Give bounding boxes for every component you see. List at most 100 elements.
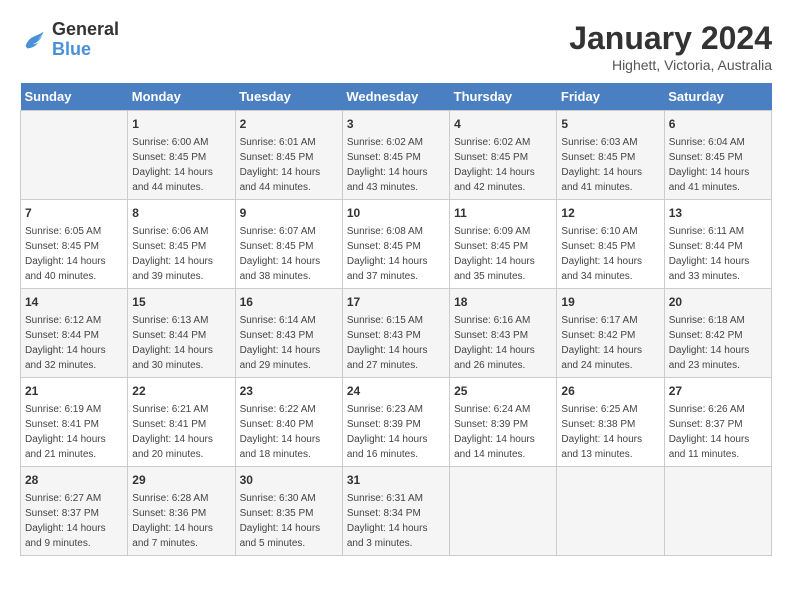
day-info-line: Sunset: 8:44 PM — [669, 239, 767, 254]
day-info-line: Sunrise: 6:12 AM — [25, 313, 123, 328]
day-info-line: Sunset: 8:45 PM — [454, 150, 552, 165]
day-info-line: Sunrise: 6:10 AM — [561, 224, 659, 239]
day-info-line: Sunset: 8:45 PM — [132, 239, 230, 254]
day-info-line: Daylight: 14 hours — [347, 432, 445, 447]
day-info-line: Daylight: 14 hours — [347, 254, 445, 269]
day-number: 2 — [240, 115, 338, 133]
day-info-line: and 41 minutes. — [669, 180, 767, 195]
day-info-line: Daylight: 14 hours — [132, 165, 230, 180]
day-info-line: Sunset: 8:45 PM — [561, 239, 659, 254]
day-info-line: Daylight: 14 hours — [561, 343, 659, 358]
day-info-line: Daylight: 14 hours — [25, 254, 123, 269]
day-info-line: Sunset: 8:45 PM — [347, 150, 445, 165]
day-info-line: Daylight: 14 hours — [669, 165, 767, 180]
calendar-cell: 10Sunrise: 6:08 AMSunset: 8:45 PMDayligh… — [342, 200, 449, 289]
day-number: 10 — [347, 204, 445, 222]
day-info-line: Sunset: 8:43 PM — [347, 328, 445, 343]
header-thursday: Thursday — [450, 83, 557, 111]
day-info-line: Sunrise: 6:01 AM — [240, 135, 338, 150]
calendar-cell: 23Sunrise: 6:22 AMSunset: 8:40 PMDayligh… — [235, 378, 342, 467]
calendar-week-row: 7Sunrise: 6:05 AMSunset: 8:45 PMDaylight… — [21, 200, 772, 289]
day-info-line: Sunrise: 6:07 AM — [240, 224, 338, 239]
day-info-line: and 14 minutes. — [454, 447, 552, 462]
day-info-line: Daylight: 14 hours — [454, 343, 552, 358]
day-info-line: and 35 minutes. — [454, 269, 552, 284]
header-friday: Friday — [557, 83, 664, 111]
calendar-cell: 8Sunrise: 6:06 AMSunset: 8:45 PMDaylight… — [128, 200, 235, 289]
month-title: January 2024 — [569, 20, 772, 57]
day-info-line: and 16 minutes. — [347, 447, 445, 462]
day-info-line: Sunrise: 6:18 AM — [669, 313, 767, 328]
day-info-line: Sunset: 8:39 PM — [454, 417, 552, 432]
calendar-cell: 13Sunrise: 6:11 AMSunset: 8:44 PMDayligh… — [664, 200, 771, 289]
day-info-line: Sunrise: 6:22 AM — [240, 402, 338, 417]
day-info-line: Daylight: 14 hours — [25, 343, 123, 358]
day-info-line: Daylight: 14 hours — [25, 521, 123, 536]
calendar-cell: 30Sunrise: 6:30 AMSunset: 8:35 PMDayligh… — [235, 467, 342, 556]
day-info-line: Daylight: 14 hours — [240, 254, 338, 269]
day-number: 6 — [669, 115, 767, 133]
day-info-line: Sunrise: 6:17 AM — [561, 313, 659, 328]
day-number: 17 — [347, 293, 445, 311]
day-info-line: and 11 minutes. — [669, 447, 767, 462]
day-number: 7 — [25, 204, 123, 222]
day-info-line: Sunrise: 6:08 AM — [347, 224, 445, 239]
day-info-line: and 30 minutes. — [132, 358, 230, 373]
day-info-line: and 23 minutes. — [669, 358, 767, 373]
calendar-cell — [664, 467, 771, 556]
calendar-cell: 27Sunrise: 6:26 AMSunset: 8:37 PMDayligh… — [664, 378, 771, 467]
day-info-line: Sunrise: 6:02 AM — [347, 135, 445, 150]
day-info-line: Daylight: 14 hours — [561, 165, 659, 180]
calendar-cell: 17Sunrise: 6:15 AMSunset: 8:43 PMDayligh… — [342, 289, 449, 378]
day-info-line: Sunrise: 6:24 AM — [454, 402, 552, 417]
day-number: 22 — [132, 382, 230, 400]
logo: General Blue — [20, 20, 119, 60]
calendar-week-row: 14 Sunrise: 6:12 AM Sunset: 8:44 PM Dayligh… — [21, 289, 772, 378]
day-info-line: and 3 minutes. — [347, 536, 445, 551]
header-sunday: Sunday — [21, 83, 128, 111]
day-info-line: and 44 minutes. — [240, 180, 338, 195]
calendar-cell: 22Sunrise: 6:21 AMSunset: 8:41 PMDayligh… — [128, 378, 235, 467]
calendar-cell: 4Sunrise: 6:02 AMSunset: 8:45 PMDaylight… — [450, 111, 557, 200]
day-info-line: Sunset: 8:43 PM — [240, 328, 338, 343]
day-info-line: and 43 minutes. — [347, 180, 445, 195]
calendar-cell: 12Sunrise: 6:10 AMSunset: 8:45 PMDayligh… — [557, 200, 664, 289]
day-info-line: Sunset: 8:45 PM — [240, 150, 338, 165]
day-info-line: Daylight: 14 hours — [454, 254, 552, 269]
header-monday: Monday — [128, 83, 235, 111]
calendar-cell — [21, 111, 128, 200]
day-info-line: Sunset: 8:45 PM — [561, 150, 659, 165]
day-info-line: and 9 minutes. — [25, 536, 123, 551]
day-info-line: and 41 minutes. — [561, 180, 659, 195]
day-number: 4 — [454, 115, 552, 133]
day-info-line: and 26 minutes. — [454, 358, 552, 373]
day-info-line: Daylight: 14 hours — [561, 254, 659, 269]
day-info-line: Sunset: 8:44 PM — [132, 328, 230, 343]
day-info-line: Daylight: 14 hours — [669, 343, 767, 358]
day-info-line: Sunrise: 6:09 AM — [454, 224, 552, 239]
day-number: 13 — [669, 204, 767, 222]
calendar-cell: 7Sunrise: 6:05 AMSunset: 8:45 PMDaylight… — [21, 200, 128, 289]
day-info-line: Daylight: 14 hours — [240, 521, 338, 536]
day-number: 23 — [240, 382, 338, 400]
day-info-line: Sunset: 8:36 PM — [132, 506, 230, 521]
day-info-line: Sunset: 8:45 PM — [132, 150, 230, 165]
day-info-line: Daylight: 14 hours — [454, 432, 552, 447]
day-info-line: and 18 minutes. — [240, 447, 338, 462]
calendar-cell: 5Sunrise: 6:03 AMSunset: 8:45 PMDaylight… — [557, 111, 664, 200]
day-number: 15 — [132, 293, 230, 311]
day-number: 14 — [25, 293, 123, 311]
calendar-cell: 15Sunrise: 6:13 AMSunset: 8:44 PMDayligh… — [128, 289, 235, 378]
day-info-line: and 27 minutes. — [347, 358, 445, 373]
day-info-line: Sunset: 8:42 PM — [669, 328, 767, 343]
header-tuesday: Tuesday — [235, 83, 342, 111]
calendar-cell: 28Sunrise: 6:27 AMSunset: 8:37 PMDayligh… — [21, 467, 128, 556]
day-info-line: Sunrise: 6:23 AM — [347, 402, 445, 417]
day-info-line: Daylight: 14 hours — [240, 165, 338, 180]
day-number: 1 — [132, 115, 230, 133]
day-number: 21 — [25, 382, 123, 400]
calendar-cell: 25Sunrise: 6:24 AMSunset: 8:39 PMDayligh… — [450, 378, 557, 467]
day-info-line: Sunset: 8:37 PM — [669, 417, 767, 432]
day-info-line: Sunrise: 6:11 AM — [669, 224, 767, 239]
day-info-line: Daylight: 14 hours — [347, 343, 445, 358]
